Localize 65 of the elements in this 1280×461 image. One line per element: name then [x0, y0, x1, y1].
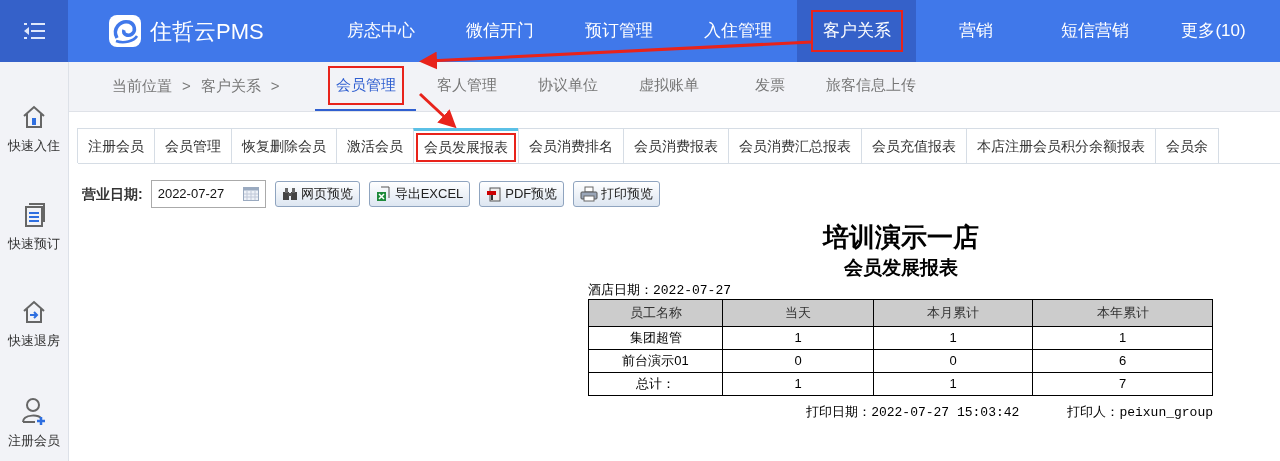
house-icon	[21, 104, 47, 130]
hotel-date: 酒店日期：2022-07-27	[588, 282, 732, 299]
house-arrow-icon	[21, 299, 47, 325]
brand-name: 住哲云PMS	[150, 17, 264, 46]
report-tab[interactable]: 会员余	[1155, 128, 1219, 163]
table-cell: 6	[1032, 349, 1213, 373]
calendar-icon	[242, 187, 259, 201]
sub-nav-tab[interactable]: 客人管理	[416, 62, 517, 111]
column-header: 本年累计	[1032, 299, 1213, 327]
column-header: 员工名称	[588, 299, 723, 327]
table-cell: 1	[722, 326, 874, 350]
date-label: 营业日期:	[82, 184, 143, 204]
annotation-arrow	[418, 92, 457, 129]
breadcrumb-text: >	[182, 76, 191, 97]
sidebar-item[interactable]: 注册会员	[8, 396, 60, 450]
table-cell: 总计：	[588, 372, 723, 396]
menu-toggle-button[interactable]	[0, 0, 68, 62]
printer-icon	[580, 186, 599, 202]
toolbar-button[interactable]: 打印预览	[573, 181, 661, 207]
table-cell: 前台演示01	[588, 349, 723, 373]
sidebar-item[interactable]: 快速退房	[8, 299, 60, 351]
table-cell: 1	[873, 326, 1033, 350]
table-cell: 0	[873, 349, 1033, 373]
column-header: 当天	[722, 299, 874, 327]
printer-name: 打印人：peixun_group	[1067, 404, 1213, 422]
top-nav-tab[interactable]: 更多(10)	[1154, 0, 1273, 62]
user-add-icon	[21, 396, 47, 425]
report-title: 培训演示一店	[821, 221, 980, 254]
sub-nav-tab[interactable]: 虚拟账单	[618, 62, 719, 111]
top-nav-tab[interactable]: 房态中心	[321, 0, 440, 62]
column-header: 本月累计	[873, 299, 1033, 327]
spreadsheet-icon	[375, 186, 392, 202]
top-nav-tab[interactable]: 营销	[916, 0, 1035, 62]
sub-nav-tab[interactable]: 旅客信息上传	[820, 62, 921, 111]
table-cell: 集团超管	[588, 326, 723, 350]
report-tab[interactable]: 注册会员	[77, 128, 155, 163]
sidebar-item[interactable]: 快速入住	[8, 104, 60, 156]
toolbar-button[interactable]: PDF预览	[479, 181, 565, 207]
top-nav-tab[interactable]: 微信开门	[440, 0, 559, 62]
breadcrumb-text: 当前位置	[112, 76, 172, 97]
print-date: 打印日期：2022-07-27 15:03:42	[806, 404, 1020, 422]
menu-collapse-icon	[22, 21, 46, 41]
toolbar-button[interactable]: 网页预览	[274, 181, 360, 207]
sub-nav-tab[interactable]: 会员管理	[315, 62, 416, 111]
logo-icon	[108, 14, 142, 48]
report-tab[interactable]: 会员发展报表	[413, 128, 519, 163]
sidebar-item[interactable]: 快速预订	[8, 201, 60, 253]
sub-nav-tab[interactable]: 发票	[719, 62, 820, 111]
binoculars-icon	[281, 187, 298, 201]
sub-nav-tab[interactable]: 协议单位	[517, 62, 618, 111]
pdf-icon	[486, 186, 503, 202]
top-nav-tab[interactable]: 短信营销	[1035, 0, 1154, 62]
breadcrumb-text: 客户关系	[200, 76, 261, 97]
top-nav-tab[interactable]: 入住管理	[678, 0, 797, 62]
breadcrumb-text: >	[270, 76, 280, 97]
report-subtitle: 会员发展报表	[842, 255, 959, 280]
toolbar-button[interactable]: 导出EXCEL	[368, 181, 471, 207]
top-nav-tab[interactable]: 客户关系	[797, 0, 916, 62]
table-cell: 0	[722, 349, 874, 373]
date-field[interactable]: 2022-07-27	[150, 180, 266, 208]
table-cell: 1	[722, 372, 874, 396]
table-cell: 1	[1032, 326, 1213, 350]
top-nav-tab[interactable]: 预订管理	[559, 0, 678, 62]
table-cell: 7	[1032, 372, 1213, 396]
table-cell: 1	[873, 372, 1033, 396]
